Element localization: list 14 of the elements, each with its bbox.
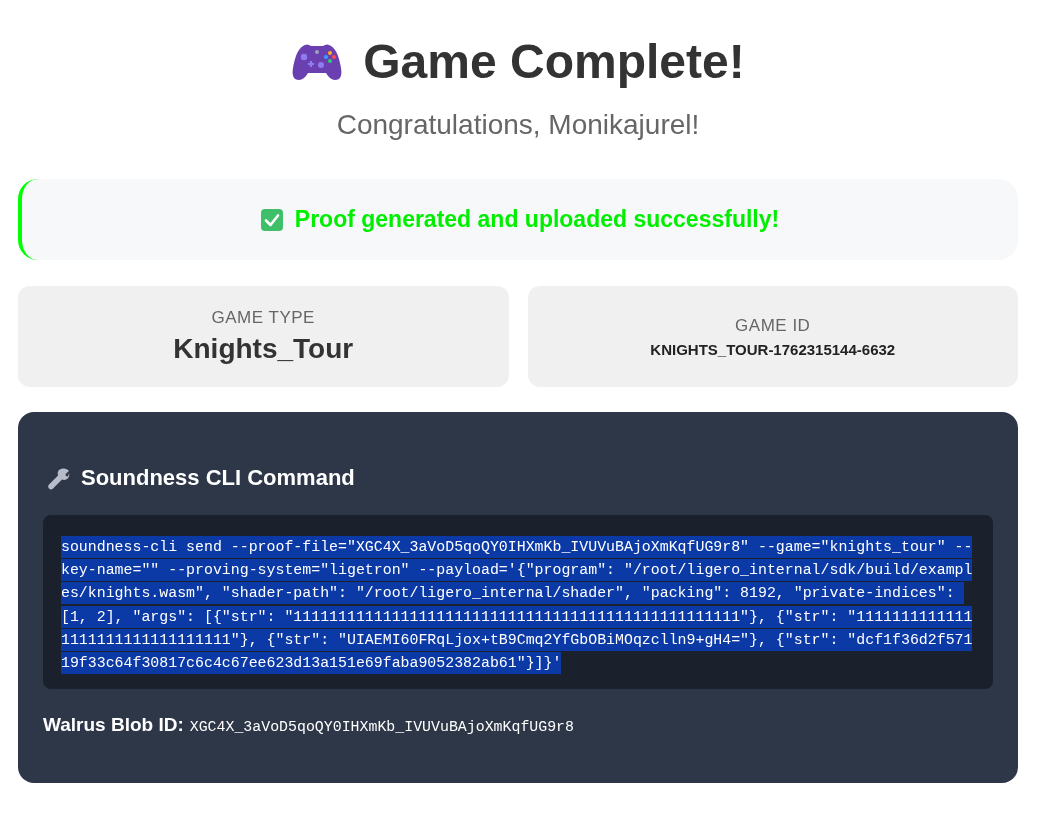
card-value: KNIGHTS_TOUR-1762315144-6632 [650, 340, 896, 359]
game-controller-icon [291, 42, 344, 82]
blob-id-label: Walrus Blob ID: [43, 713, 184, 738]
page-title: Game Complete! [363, 35, 745, 89]
check-icon [260, 208, 283, 231]
wrench-icon [47, 466, 70, 490]
card-label: GAME TYPE [211, 306, 315, 329]
blob-id-value: XGC4X_3aVoD5qoQY0IHXmKb_IVUVuBAjoXmKqfUG9r8 [189, 718, 574, 738]
section-title: Soundness CLI Command [81, 464, 355, 492]
command-text[interactable]: soundness-cli send --proof-file="XGC4X_3aVoD5qoQY0IHXmKb_IVUVuBAjoXmKqfUG9r8" --game="knights_tour" --key-name="" --proving-system="ligetron" --payload='{"program": "/root/ligero_internal/sdk/build/examples/knights.wasm", "shader-path": "/root/ligero_internal/shader", "packing": 8192, "private-indices": [1, 2], "args": [{"str": "11111111111111111111111111111111111111111111111111"}, {"str": "11111111111111111111111111111111"}, {"str": "UIAEMI60FRqLjox+tB9Cmq2YfGbOBiMOqzclln9+gH4="}, {"str": "dcf1f36d2f57119f33c64f30817c6c4c67ee623d13a151e69faba9052382ab61"}]}' [61, 536, 975, 676]
subtitle: Congratulations, Monikajurel! [335, 108, 701, 142]
success-message: Proof generated and uploaded successfully! [294, 205, 780, 235]
card-label: GAME ID [735, 314, 811, 337]
card-value: Knights_Tour [173, 331, 354, 366]
